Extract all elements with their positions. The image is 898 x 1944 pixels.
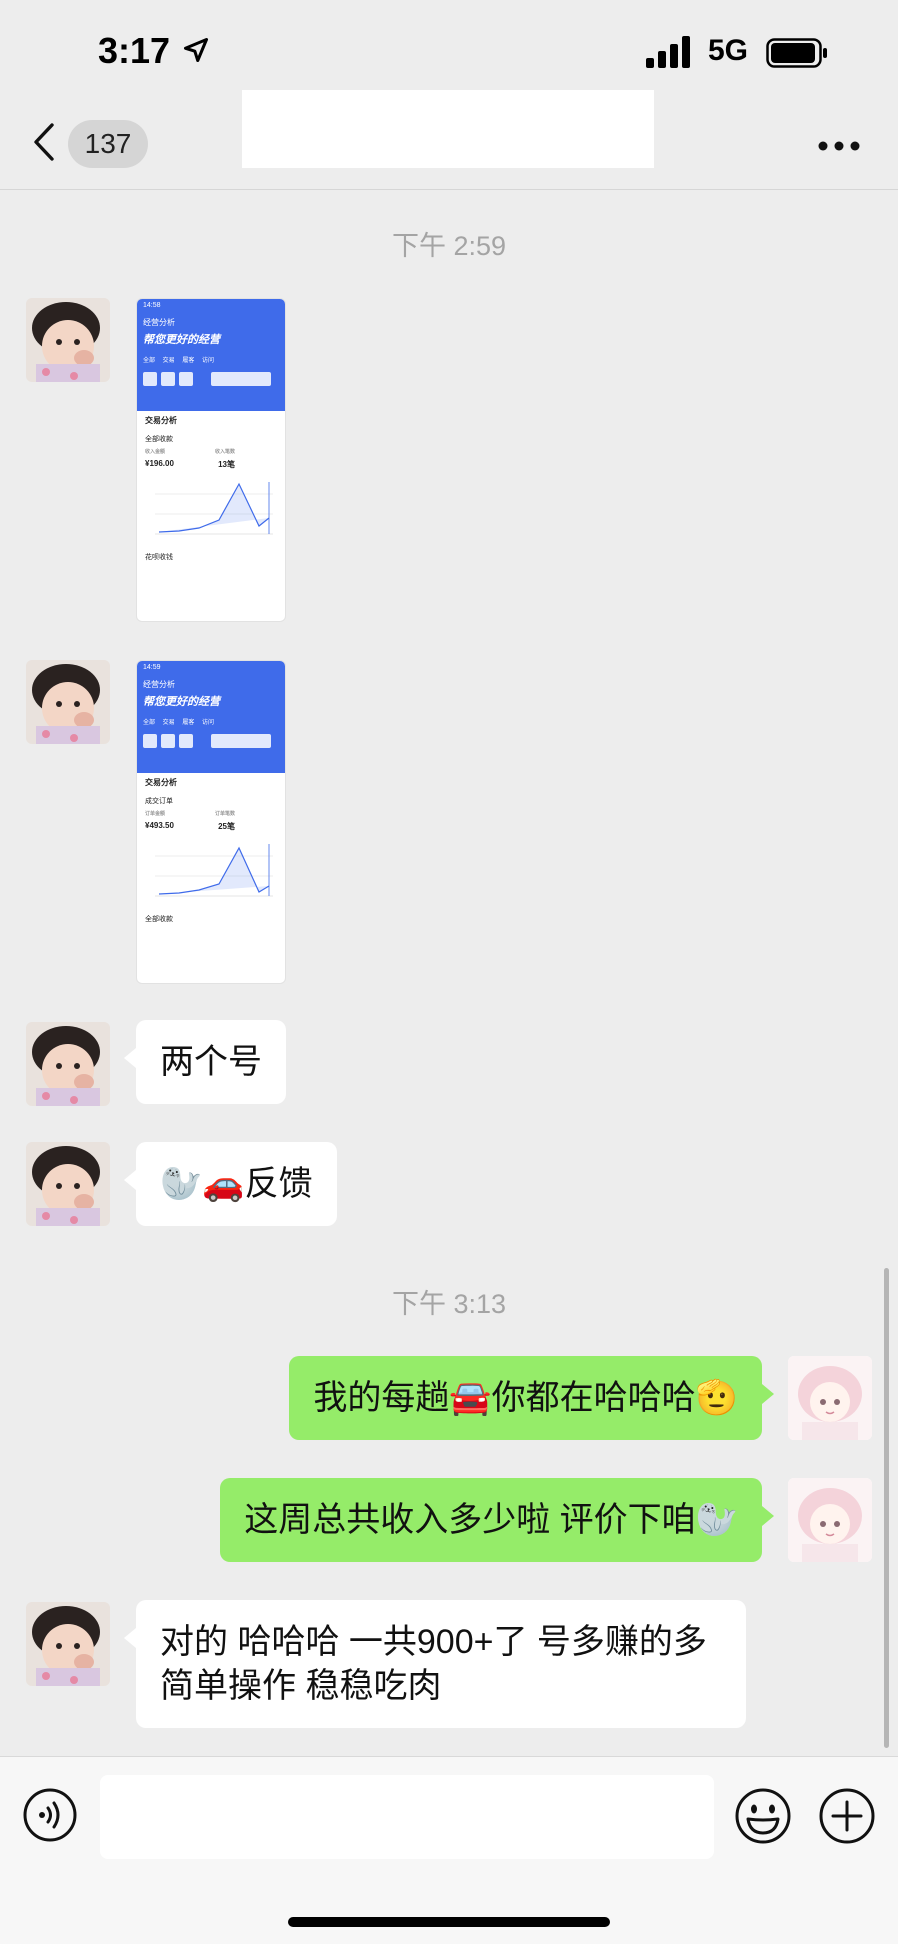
outgoing-message[interactable]: 我的每趟🚘你都在哈哈哈🫡 (289, 1356, 774, 1440)
screenshot-body: 交易分析 成交订单 订单金额 订单笔数 ¥493.50 25笔 全部收款 (137, 773, 285, 928)
avatar[interactable] (788, 1478, 872, 1562)
back-chevron-icon[interactable] (32, 122, 56, 162)
avatar[interactable] (26, 298, 110, 382)
avatar[interactable] (26, 660, 110, 744)
screenshot-chart (155, 482, 273, 535)
scrollbar[interactable] (884, 1268, 889, 1748)
screenshot-footer: 全部收款 (145, 916, 173, 923)
screenshot-card: 全部收款 (145, 436, 173, 443)
image-message[interactable]: 14:59 经营分析 帮您更好的经营 全部 交易 履客 访问 交易分析 成交订单… (136, 660, 286, 984)
screenshot-title: 经营分析 (143, 680, 175, 689)
screenshot-footer: 花呗收钱 (145, 554, 173, 561)
nav-bar: 137 (0, 86, 898, 190)
screenshot-header: 14:59 经营分析 帮您更好的经营 全部 交易 履客 访问 (137, 661, 285, 773)
screenshot-value: 13笔 (218, 460, 235, 469)
avatar[interactable] (26, 1602, 110, 1686)
screenshot-chart (155, 844, 273, 897)
avatar[interactable] (26, 1142, 110, 1226)
timestamp: 下午 3:13 (391, 1289, 507, 1319)
avatar[interactable] (788, 1356, 872, 1440)
screenshot-slogan: 帮您更好的经营 (143, 334, 220, 346)
screenshot-value: 25笔 (218, 822, 235, 831)
screenshot-label: 收入笔数 (214, 449, 235, 455)
home-indicator[interactable] (288, 1917, 610, 1927)
screenshot-label: 订单金额 (145, 811, 166, 817)
screenshot-values: ¥196.00 13笔 (145, 459, 235, 470)
chat-title-redacted (242, 90, 654, 168)
avatar[interactable] (26, 1022, 110, 1106)
plus-icon[interactable] (818, 1787, 876, 1845)
input-bar (0, 1756, 898, 1944)
status-time: 3:17 (98, 30, 171, 71)
screenshot-label: 收入金额 (145, 449, 166, 455)
signal-icon (646, 36, 690, 68)
network-type: 5G (708, 34, 749, 67)
image-message[interactable]: 14:58 经营分析 帮您更好的经营 全部 交易 履客 访问 交易分析 全部收款… (136, 298, 286, 622)
timestamp: 下午 2:59 (391, 231, 507, 261)
screenshot-chips (143, 372, 279, 386)
battery-icon (766, 38, 827, 68)
screenshot-value: ¥196.00 (145, 459, 174, 468)
screenshot-slogan: 帮您更好的经营 (143, 696, 220, 708)
unread-count-badge[interactable]: 137 (68, 120, 148, 168)
incoming-message[interactable]: 两个号 (124, 1020, 286, 1104)
screenshot-card: 成交订单 (145, 798, 173, 805)
emoji-icon[interactable] (734, 1787, 792, 1845)
screenshot-value: ¥493.50 (145, 821, 174, 830)
more-icon[interactable] (818, 140, 860, 152)
screenshot-tabs: 全部 交易 履客 访问 (143, 720, 215, 726)
location-arrow-icon (183, 37, 209, 63)
incoming-message[interactable]: 对的 哈哈哈 一共900+了 号多赚的多 简单操作 稳稳吃肉 (124, 1600, 746, 1728)
screenshot-labels: 订单金额 订单笔数 (145, 810, 235, 817)
screenshot-title: 经营分析 (143, 318, 175, 327)
screenshot-time: 14:59 (143, 664, 161, 671)
screenshot-body: 交易分析 全部收款 收入金额 收入笔数 ¥196.00 13笔 花呗收钱 (137, 411, 285, 566)
screenshot-labels: 收入金额 收入笔数 (145, 448, 235, 455)
incoming-message[interactable]: 🦭🚗反馈 (124, 1142, 337, 1226)
screenshot-section: 交易分析 (145, 778, 177, 787)
status-bar: 3:17 5G (0, 0, 898, 100)
screenshot-tabs: 全部 交易 履客 访问 (143, 358, 215, 364)
screenshot-label: 订单笔数 (214, 811, 235, 817)
outgoing-message[interactable]: 这周总共收入多少啦 评价下咱🦭 (220, 1478, 774, 1562)
screenshot-header: 14:58 经营分析 帮您更好的经营 全部 交易 履客 访问 (137, 299, 285, 411)
screenshot-section: 交易分析 (145, 416, 177, 425)
screenshot-time: 14:58 (143, 302, 161, 309)
voice-icon[interactable] (22, 1787, 78, 1843)
screenshot-chips (143, 734, 279, 748)
message-input[interactable] (100, 1775, 714, 1859)
screenshot-values: ¥493.50 25笔 (145, 821, 235, 832)
